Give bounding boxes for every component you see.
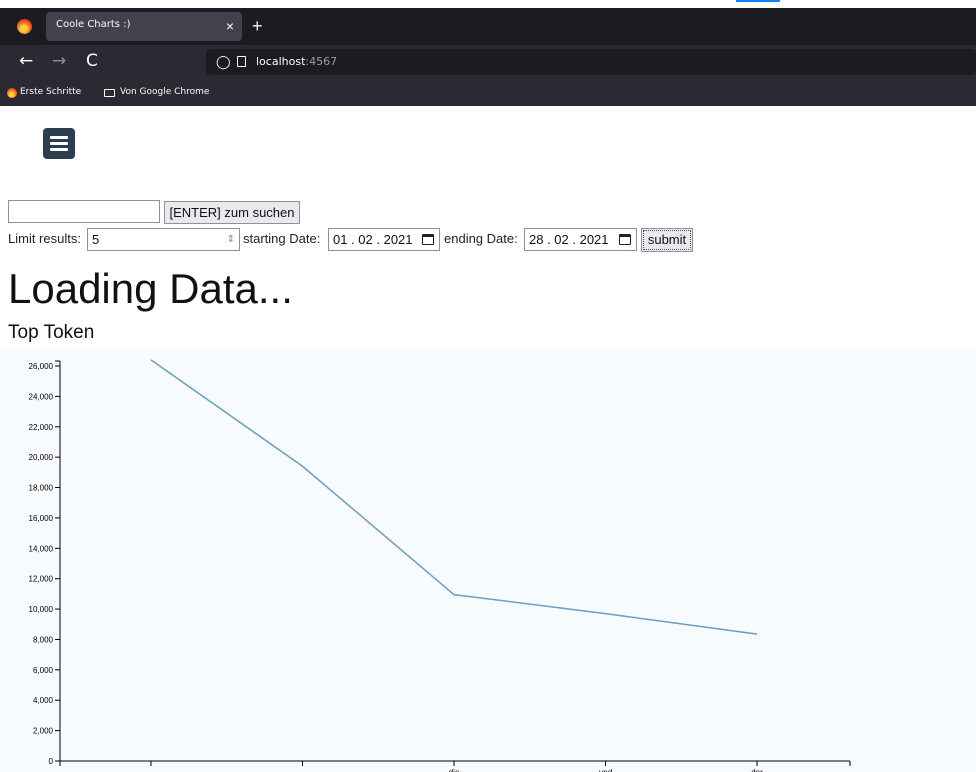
y-tick-label: 18,000	[29, 484, 54, 493]
y-tick-label: 24,000	[29, 392, 54, 401]
y-tick-label: 4,000	[33, 696, 54, 705]
series-line	[150, 359, 758, 635]
x-tick-label: und	[599, 768, 612, 772]
y-tick-label: 16,000	[29, 514, 54, 523]
line-chart: 0 2,000 4,000 6,000 8,000 10,000 12,000 14,000 1…	[29, 359, 851, 772]
y-tick-label: 0	[49, 757, 54, 766]
y-tick-label: 8,000	[33, 635, 54, 644]
y-tick-label: 2,000	[33, 727, 54, 736]
y-tick-label: 22,000	[29, 423, 54, 432]
y-tick-label: 6,000	[33, 666, 54, 675]
y-tick-label: 10,000	[29, 605, 54, 614]
y-tick-label: 20,000	[29, 453, 54, 462]
y-tick-label: 12,000	[29, 575, 54, 584]
x-tick-label: die	[449, 768, 460, 772]
y-tick-label: 26,000	[29, 362, 54, 371]
y-tick-label: 14,000	[29, 544, 54, 553]
x-tick-label: der	[751, 768, 763, 772]
